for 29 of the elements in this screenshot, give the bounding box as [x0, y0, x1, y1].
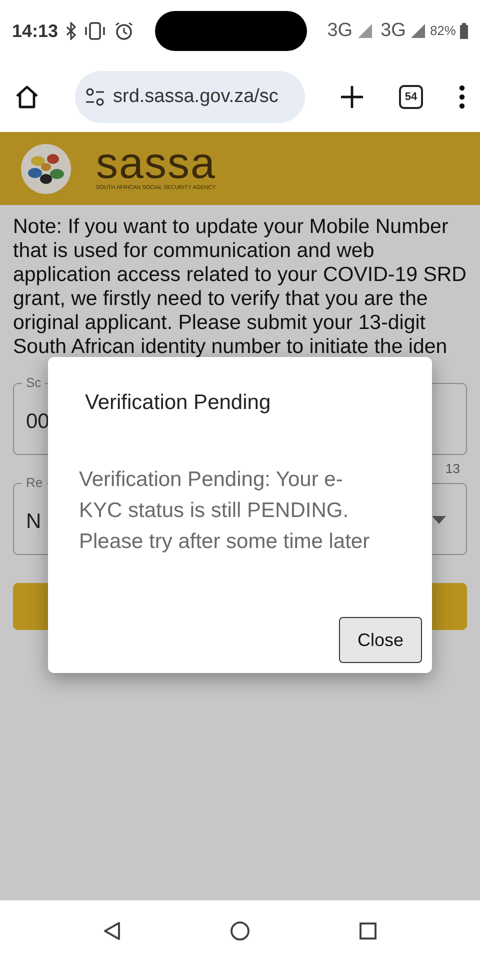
bluetooth-icon — [66, 22, 76, 40]
network-type: 3G — [380, 18, 406, 43]
home-circle-icon[interactable] — [230, 920, 250, 940]
logo-wordmark: sassa — [96, 144, 216, 184]
close-button[interactable]: Close — [339, 617, 422, 663]
field-value: N — [26, 509, 42, 535]
home-icon[interactable] — [14, 84, 40, 110]
signal-icon — [410, 23, 426, 39]
more-options-icon[interactable] — [458, 85, 466, 109]
field-value: 00 — [26, 409, 50, 435]
recents-icon[interactable] — [359, 922, 378, 940]
tab-count-button[interactable]: 54 — [399, 85, 423, 109]
back-icon[interactable] — [102, 920, 121, 940]
dialog-message: Verification Pending: Your e-KYC status is still PENDING. Please try after some time later — [79, 466, 371, 554]
signal-icon — [356, 23, 373, 39]
dialog-title: Verification Pending — [85, 390, 272, 416]
logo-icon — [20, 142, 72, 194]
address-bar[interactable]: srd.sassa.gov.za/sc — [75, 71, 305, 123]
new-tab-icon[interactable] — [340, 85, 364, 109]
note-paragraph: Note: If you want to update your Mobile Number that is used for communication and web application access related to your COVID-19 SRD grant, we firstly need to verify that you are the original applicant. Please submit your 13-digit South African identity number to initiate the iden — [12, 214, 468, 359]
clock-time: 14:13 — [12, 20, 58, 42]
alarm-icon — [114, 21, 134, 41]
network-type: 3G — [327, 18, 353, 43]
site-settings-icon[interactable] — [85, 88, 105, 106]
dropdown-caret-icon — [432, 516, 446, 524]
battery-icon — [460, 23, 468, 39]
field-hint: 13 — [446, 461, 460, 476]
vibrate-icon — [84, 22, 106, 40]
battery-percent: 82% — [430, 22, 456, 40]
